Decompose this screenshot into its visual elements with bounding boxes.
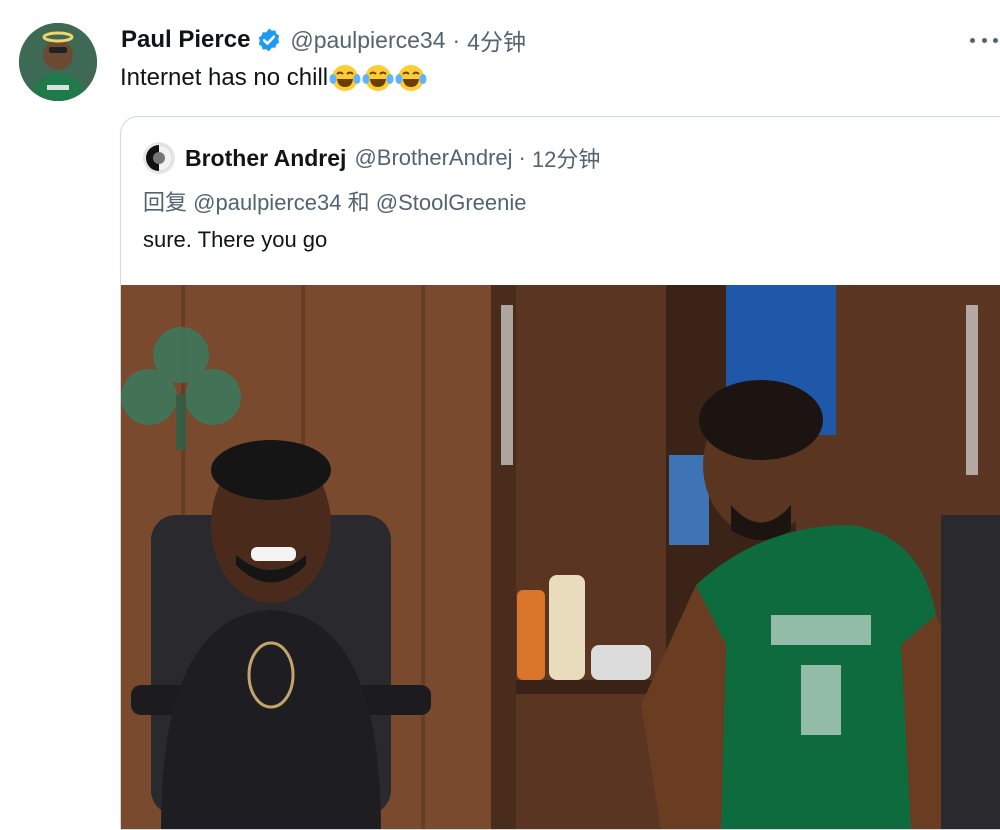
avatar-illustration — [19, 23, 97, 101]
reply-prefix: 回复 — [143, 190, 188, 215]
author-avatar[interactable] — [19, 23, 97, 101]
quoted-tweet-card[interactable]: Brother Andrej @BrotherAndrej · 12分钟 回复 … — [120, 116, 1000, 830]
mention-link[interactable]: @StoolGreenie — [376, 190, 527, 215]
quoted-display-name[interactable]: Brother Andrej — [185, 145, 346, 172]
tweet-body: Internet has no chill — [120, 64, 329, 91]
quoted-author-avatar[interactable] — [143, 142, 175, 174]
quoted-tweet-header: Brother Andrej @BrotherAndrej · 12分钟 — [143, 142, 600, 174]
laughing-tears-emoji-icon — [329, 65, 361, 91]
quoted-avatar-illustration — [143, 142, 175, 174]
verified-badge-icon — [259, 28, 280, 52]
laughing-tears-emoji-icon — [395, 65, 427, 91]
separator-dot: · — [452, 26, 461, 53]
display-name[interactable]: Paul Pierce — [121, 26, 250, 54]
author-handle[interactable]: @paulpierce34 — [290, 27, 445, 54]
reply-conjunction: 和 — [347, 190, 370, 215]
quoted-timestamp[interactable]: 12分钟 — [532, 142, 600, 174]
quoted-tweet-photo[interactable] — [121, 285, 1000, 830]
quoted-author-handle[interactable]: @BrotherAndrej — [354, 145, 512, 171]
laughing-tears-emoji-icon — [362, 65, 394, 91]
tweet-text: Internet has no chill — [120, 62, 427, 94]
quoted-separator-dot: · — [518, 145, 526, 170]
tweet-timestamp[interactable]: 4分钟 — [467, 23, 526, 57]
tweet-header: Paul Pierce @paulpierce34 · 4分钟 — [121, 22, 526, 58]
reply-context: 回复 @paulpierce34 和 @StoolGreenie — [143, 185, 526, 217]
quoted-tweet-text: sure. There you go — [143, 227, 328, 252]
mention-link[interactable]: @paulpierce34 — [193, 190, 341, 215]
more-options-icon[interactable] — [970, 30, 998, 50]
